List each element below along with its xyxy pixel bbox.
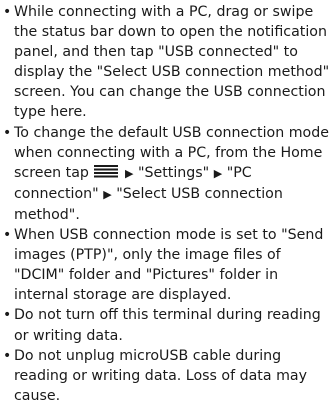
note-text: Do not turn off this terminal during rea… (14, 307, 321, 344)
arrow-right-icon: ▶ (103, 187, 112, 201)
note-ptp-mode: • When USB connection mode is set to "Se… (0, 225, 335, 305)
note-text: When USB connection mode is set to "Send… (14, 227, 324, 304)
note-text: Do not unplug microUSB cable during read… (14, 347, 307, 404)
bullet-icon: • (3, 307, 12, 324)
note-do-not-turn-off: • Do not turn off this terminal during r… (0, 305, 335, 345)
note-default-connection-mode: • To change the default USB connection m… (0, 123, 335, 225)
note-do-not-unplug: • Do not unplug microUSB cable during re… (0, 346, 335, 406)
menu-icon (94, 164, 119, 178)
bullet-icon: • (3, 347, 12, 364)
settings-step: "Settings" (137, 164, 210, 181)
bullet-icon: • (3, 124, 12, 141)
bullet-icon: • (3, 4, 12, 20)
arrow-right-icon: ▶ (124, 166, 134, 180)
usb-connection-notes: • While connecting with a PC, drag or sw… (0, 2, 335, 406)
bullet-icon: • (3, 227, 12, 244)
note-text: While connecting with a PC, drag or swip… (14, 4, 330, 121)
notes-list: • While connecting with a PC, drag or sw… (0, 2, 335, 406)
arrow-right-icon: ▶ (213, 166, 223, 180)
note-usb-connected-panel: • While connecting with a PC, drag or sw… (0, 2, 335, 123)
